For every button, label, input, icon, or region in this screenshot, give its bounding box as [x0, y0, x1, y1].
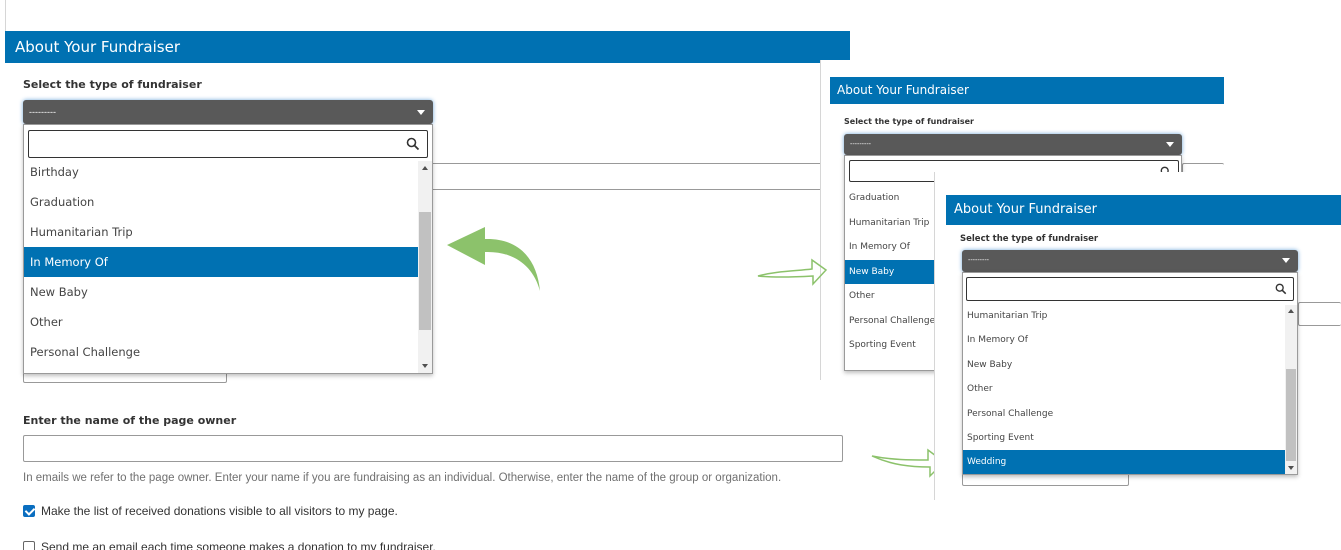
- fundraiser-type-dropdown: Birthday Graduation Humanitarian Trip In Me…: [23, 124, 433, 374]
- panel-edge-line: [934, 172, 935, 500]
- panel-header: About Your Fundraiser: [830, 77, 1224, 104]
- scrollbar-thumb[interactable]: [1286, 369, 1296, 461]
- scroll-down-arrow[interactable]: [1288, 466, 1294, 470]
- dropdown-option[interactable]: Birthday: [24, 157, 418, 187]
- background-field[interactable]: [1298, 302, 1341, 326]
- fundraiser-type-select[interactable]: ---------: [962, 250, 1298, 272]
- fundraiser-type-label: Select the type of fundraiser: [844, 117, 974, 126]
- owner-help-text: In emails we refer to the page owner. En…: [23, 472, 782, 484]
- fundraiser-type-select[interactable]: ---------: [844, 134, 1182, 155]
- dropdown-option[interactable]: Graduation: [24, 187, 418, 217]
- dropdown-option[interactable]: New Baby: [963, 353, 1285, 377]
- select-value: ---------: [850, 141, 871, 148]
- scroll-down-arrow[interactable]: [422, 364, 428, 368]
- dropdown-option[interactable]: Personal Challenge: [24, 337, 418, 367]
- fundraiser-type-label: Select the type of fundraiser: [23, 78, 202, 91]
- panel-header: About Your Fundraiser: [946, 195, 1341, 225]
- dropdown-option[interactable]: Humanitarian Trip: [963, 304, 1285, 328]
- dropdown-option[interactable]: New Baby: [24, 277, 418, 307]
- dropdown-option[interactable]: Other: [963, 377, 1285, 401]
- chevron-down-icon: [417, 110, 425, 115]
- dropdown-scrollbar[interactable]: [1285, 305, 1297, 474]
- fundraiser-panel-main: About Your Fundraiser Select the type of…: [0, 0, 850, 550]
- select-value: ---------: [968, 257, 989, 264]
- email-notify-label: Send me an email each time someone makes…: [41, 540, 436, 550]
- scroll-up-arrow[interactable]: [1288, 309, 1294, 313]
- curved-arrow-icon: [447, 227, 540, 291]
- dropdown-scrollbar[interactable]: [418, 161, 432, 373]
- fundraiser-panel-third: About Your Fundraiser Select the type of…: [934, 172, 1341, 500]
- dropdown-option[interactable]: Wedding: [963, 450, 1285, 474]
- fundraiser-type-dropdown: Humanitarian Trip In Memory Of New Baby Oth…: [962, 272, 1298, 475]
- select-value: ---------: [29, 107, 56, 117]
- dropdown-option[interactable]: Humanitarian Trip: [24, 217, 418, 247]
- dropdown-search-input[interactable]: [28, 130, 428, 158]
- dropdown-option[interactable]: In Memory Of: [24, 247, 418, 277]
- dropdown-option[interactable]: Personal Challenge: [963, 402, 1285, 426]
- owner-name-input[interactable]: [23, 435, 843, 462]
- search-icon: [1275, 283, 1287, 295]
- dropdown-option[interactable]: Other: [24, 307, 418, 337]
- donations-visible-label: Make the list of received donations visi…: [41, 504, 398, 518]
- fundraiser-type-label: Select the type of fundraiser: [960, 234, 1099, 244]
- background-field[interactable]: [400, 163, 842, 190]
- right-arrow-icon: [757, 258, 828, 286]
- donations-visible-checkbox[interactable]: [23, 505, 35, 517]
- email-notify-checkbox[interactable]: [23, 541, 35, 550]
- search-icon: [406, 137, 420, 151]
- fundraiser-type-select[interactable]: ---------: [23, 100, 433, 124]
- scroll-up-arrow[interactable]: [422, 166, 428, 170]
- chevron-down-icon: [1166, 142, 1174, 147]
- scrollbar-thumb[interactable]: [419, 212, 431, 330]
- chevron-down-icon: [1282, 258, 1290, 263]
- dropdown-option[interactable]: In Memory Of: [963, 328, 1285, 352]
- panel-edge-line: [820, 60, 821, 380]
- panel-header: About Your Fundraiser: [5, 31, 850, 63]
- owner-label: Enter the name of the page owner: [23, 414, 237, 427]
- dropdown-search-input[interactable]: [966, 277, 1294, 301]
- dropdown-option[interactable]: Sporting Event: [963, 426, 1285, 450]
